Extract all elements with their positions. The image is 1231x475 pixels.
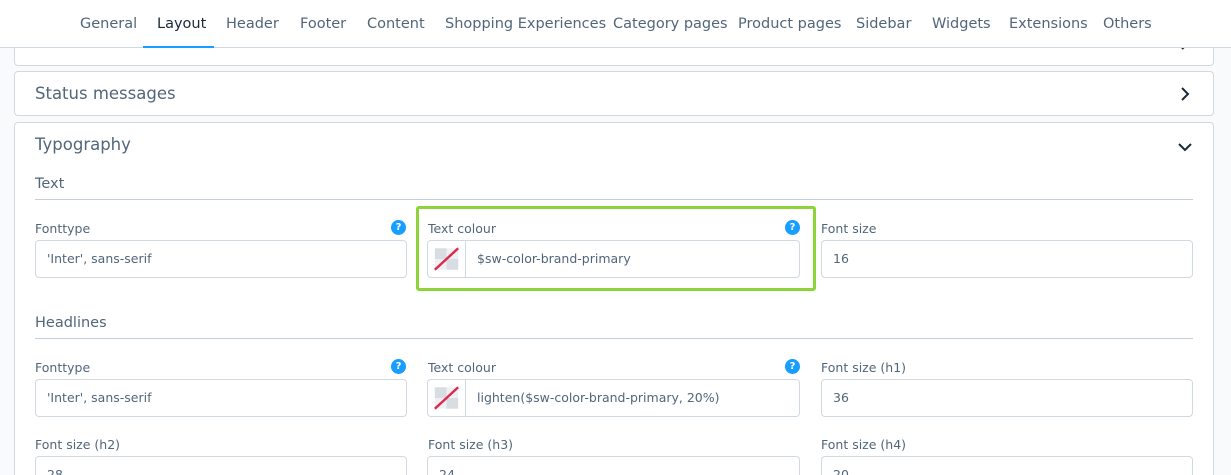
tab-bar: General Layout Header Footer Content Sho… [0,0,1231,48]
status-messages-title: Status messages [35,84,176,103]
headline-fonttype-label: Fonttype [35,360,91,375]
text-section-title: Text [35,176,65,192]
typography-title: Typography [35,135,131,154]
help-icon[interactable]: ? [785,220,800,235]
divider [35,338,1193,339]
tab-category-pages[interactable]: Category pages [613,0,728,48]
headline-text-colour-label: Text colour [428,360,496,375]
empty-color-swatch-icon[interactable] [428,380,466,416]
fonttype-input[interactable]: 'Inter', sans-serif [35,240,407,278]
tab-product-pages[interactable]: Product pages [738,0,841,48]
font-size-h4-input[interactable]: 20 [821,456,1193,475]
divider [35,199,1193,200]
tab-footer[interactable]: Footer [300,0,346,48]
fonttype-label: Fonttype [35,221,91,236]
tab-layout[interactable]: Layout [157,0,206,48]
typography-card: Typography Text Fonttype ? 'Inter', sans… [14,122,1214,475]
font-size-h1-label: Font size (h1) [821,360,907,375]
text-colour-value: $sw-color-brand-primary [477,251,631,266]
headline-text-colour-value: lighten($sw-color-brand-primary, 20%) [477,390,720,405]
headline-text-colour-input[interactable]: lighten($sw-color-brand-primary, 20%) [427,379,800,417]
active-tab-indicator [143,46,214,48]
tab-content[interactable]: Content [367,0,425,48]
help-icon[interactable]: ? [391,359,406,374]
font-size-h2-label: Font size (h2) [35,437,121,452]
text-colour-label: Text colour [428,221,496,236]
font-size-h2-input[interactable]: 28 [35,456,407,475]
text-colour-input[interactable]: $sw-color-brand-primary [427,240,800,278]
tab-header[interactable]: Header [226,0,279,48]
font-size-input[interactable]: 16 [821,240,1193,278]
font-size-h3-input[interactable]: 24 [427,456,800,475]
font-size-h1-input[interactable]: 36 [821,379,1193,417]
chevron-right-icon[interactable] [1177,86,1193,102]
tab-widgets[interactable]: Widgets [932,0,991,48]
help-icon[interactable]: ? [785,359,800,374]
status-messages-card[interactable]: Status messages [14,71,1214,116]
font-size-h4-label: Font size (h4) [821,437,907,452]
empty-color-swatch-icon[interactable] [428,241,466,277]
font-size-h3-label: Font size (h3) [428,437,514,452]
chevron-down-icon[interactable] [1177,139,1193,155]
headline-fonttype-input[interactable]: 'Inter', sans-serif [35,379,407,417]
tab-general[interactable]: General [80,0,137,48]
tab-sidebar[interactable]: Sidebar [856,0,911,48]
font-size-label: Font size [821,221,877,236]
headlines-section-title: Headlines [35,315,107,331]
tab-shopping-experiences[interactable]: Shopping Experiences [445,0,606,48]
help-icon[interactable]: ? [391,220,406,235]
tab-others[interactable]: Others [1103,0,1152,48]
tab-extensions[interactable]: Extensions [1009,0,1088,48]
